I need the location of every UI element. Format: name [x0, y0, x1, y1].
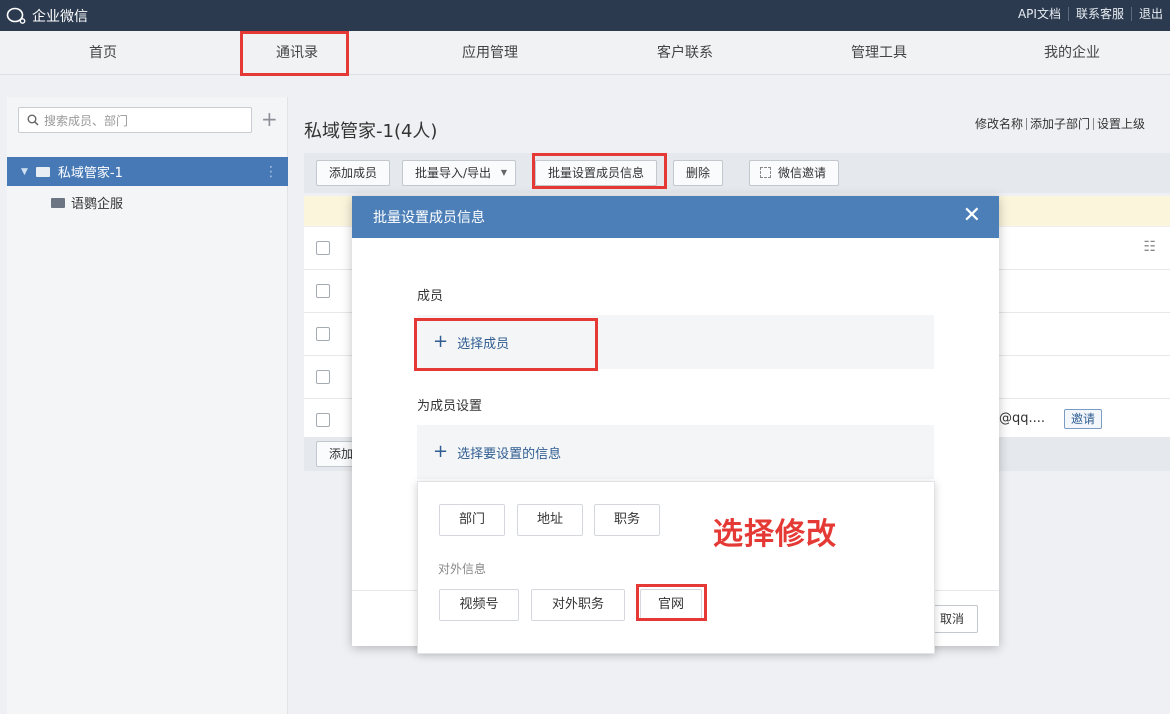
app-logo[interactable]: 企业微信: [6, 6, 88, 26]
import-export-button[interactable]: 批量导入/导出 ▼: [402, 160, 517, 186]
folder-icon: [51, 197, 65, 208]
caret-down-icon[interactable]: ▼: [21, 167, 28, 177]
chevron-down-icon: ▼: [500, 168, 508, 177]
top-links: API文档 联系客服 退出: [1011, 7, 1170, 21]
nav-contacts[interactable]: 通讯录: [227, 31, 367, 75]
search-input[interactable]: 搜索成员、部门: [44, 112, 128, 129]
option-official-website[interactable]: 官网: [640, 589, 702, 621]
batch-set-button[interactable]: 批量设置成员信息: [535, 160, 658, 186]
external-info-label: 对外信息: [438, 562, 487, 576]
api-docs-link[interactable]: API文档: [1011, 7, 1068, 21]
qr-code-icon: [760, 167, 771, 178]
add-subdepartment-link[interactable]: 添加子部门: [1025, 118, 1093, 130]
search-box[interactable]: 搜索成员、部门: [18, 107, 252, 133]
nav-app-management[interactable]: 应用管理: [420, 31, 560, 75]
org-sidebar: 搜索成员、部门 + ▼ 私域管家-1 ⋮ 语鹦企服: [7, 97, 288, 714]
row-checkbox[interactable]: [316, 413, 330, 427]
plus-icon: +: [433, 331, 449, 352]
annotation-text: 选择修改: [713, 517, 837, 552]
nav-management-tools[interactable]: 管理工具: [809, 31, 949, 75]
member-section-label: 成员: [417, 289, 444, 304]
select-info-box[interactable]: + 选择要设置的信息: [417, 425, 934, 479]
info-options-dropdown: 部门 地址 职务 对外信息 视频号 对外职务 官网: [417, 481, 935, 654]
column-settings-icon[interactable]: ☷: [1143, 239, 1156, 255]
main-nav: 首页 通讯录 应用管理 客户联系 管理工具 我的企业: [0, 31, 1170, 75]
option-address[interactable]: 地址: [517, 504, 583, 536]
set-parent-link[interactable]: 设置上级: [1092, 118, 1148, 130]
member-toolbar: 添加成员 批量导入/导出 ▼ 批量设置成员信息 删除 微信邀请: [304, 153, 1170, 193]
select-all-checkbox[interactable]: [316, 241, 330, 255]
rename-link[interactable]: 修改名称: [972, 118, 1026, 130]
option-position[interactable]: 职务: [594, 504, 660, 536]
nav-customer-contact[interactable]: 客户联系: [615, 31, 755, 75]
plus-icon: +: [433, 441, 449, 462]
option-video-account[interactable]: 视频号: [439, 589, 519, 621]
folder-icon: [35, 166, 50, 177]
modal-header: 批量设置成员信息: [352, 196, 999, 238]
select-info-link[interactable]: 选择要设置的信息: [457, 443, 561, 462]
option-external-position[interactable]: 对外职务: [531, 589, 625, 621]
tree-child-label: 语鹦企服: [71, 197, 124, 212]
delete-button[interactable]: 删除: [673, 160, 724, 186]
select-member-link[interactable]: 选择成员: [457, 333, 509, 352]
more-options-icon[interactable]: ⋮: [264, 164, 278, 180]
invite-button[interactable]: 邀请: [1064, 409, 1103, 429]
select-member-box[interactable]: + 选择成员: [417, 315, 934, 369]
tree-item-child[interactable]: 语鹦企服: [51, 193, 123, 212]
tree-item-root[interactable]: ▼ 私域管家-1 ⋮: [7, 157, 288, 186]
nav-my-company[interactable]: 我的企业: [1002, 31, 1142, 75]
contact-support-link[interactable]: 联系客服: [1067, 7, 1131, 21]
top-bar: 企业微信 API文档 联系客服 退出: [0, 0, 1170, 31]
member-email: @qq....: [999, 411, 1046, 426]
row-checkbox[interactable]: [316, 327, 330, 341]
row-checkbox[interactable]: [316, 284, 330, 298]
row-checkbox[interactable]: [316, 370, 330, 384]
app-title: 企业微信: [32, 9, 88, 25]
nav-home[interactable]: 首页: [33, 31, 173, 75]
add-member-button[interactable]: 添加成员: [316, 160, 391, 186]
wecom-logo-icon: [6, 7, 26, 24]
set-section-label: 为成员设置: [417, 399, 483, 414]
close-icon[interactable]: ✕: [963, 204, 981, 228]
search-icon: [27, 114, 39, 126]
wechat-invite-label: 微信邀请: [778, 166, 827, 180]
department-actions: 修改名称 添加子部门 设置上级: [972, 118, 1148, 130]
modal-title: 批量设置成员信息: [373, 210, 485, 226]
department-title: 私域管家-1(4人): [304, 121, 438, 142]
add-department-icon[interactable]: +: [261, 107, 278, 131]
import-export-label: 批量导入/导出: [415, 166, 492, 180]
wechat-invite-button[interactable]: 微信邀请: [749, 160, 840, 186]
option-department[interactable]: 部门: [439, 504, 505, 536]
logout-link[interactable]: 退出: [1130, 7, 1170, 21]
tree-root-label: 私域管家-1: [57, 166, 123, 181]
